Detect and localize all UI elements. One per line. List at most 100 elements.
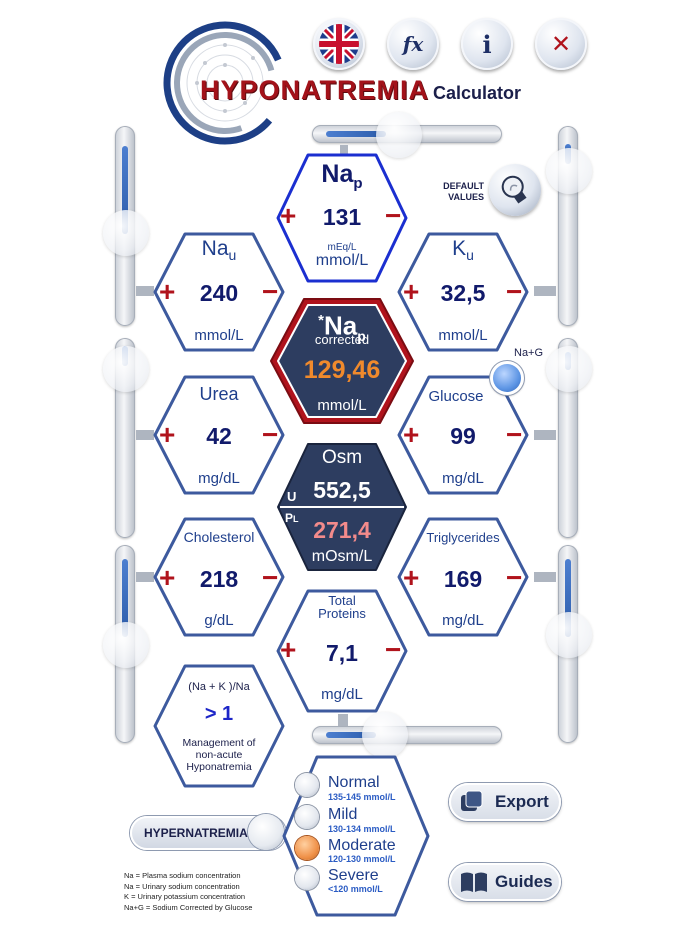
export-icon [461,790,483,811]
cholesterol-cell: Cholesterol 218 g/dL + − [152,516,286,638]
urea-label: Urea [199,384,239,404]
hypernatremia-toggle[interactable] [248,814,284,850]
ratio-value: > 1 [204,703,234,725]
guides-label: Guides [495,872,553,891]
app-title: HYPONATREMIA Calculator [200,75,521,106]
proteins-label-line: Proteins [318,606,366,621]
legend-line: K = Urinary potassium concentration [124,892,246,901]
book-icon [461,872,487,892]
uk-flag-icon [319,24,359,64]
ku-label-sub: u [466,247,474,264]
na-g-toggle-indicator [493,364,521,392]
nau-plus-button[interactable]: + [159,278,175,306]
nau-slider-thumb[interactable] [103,210,149,256]
osm-unit: mOsm/L [311,548,373,565]
default-values-label: DEFAULT VALUES [438,181,484,203]
osm-u-value: 552,5 [313,477,371,503]
info-icon: i [482,29,492,59]
proteins-minus-button[interactable]: − [385,636,401,664]
ratio-note-line: Hyponatremia [186,761,252,773]
default-values-label-line: VALUES [448,192,484,202]
nap-cell: Nap 131 mEq/L mmol/L + − [275,152,409,284]
default-values-button[interactable] [489,164,541,216]
ku-cell: Ku 32,5 mmol/L + − [396,231,530,353]
ratio-cell: (Na + K )/Na > 1 Management of non-acute… [152,663,286,789]
triglycerides-unit: mg/dL [442,612,484,629]
severity-normal-name: Normal [328,774,380,791]
legend: Na = Plasma sodium concentration Na = Ur… [124,871,252,913]
severity-severe-range: <120 mmol/L [328,884,383,894]
nap-label: Nap [275,160,409,192]
close-button[interactable]: ✕ [535,18,587,70]
formula-button[interactable]: fx [387,18,439,70]
ratio-note-line: Management of [182,737,256,749]
proteins-cell: Total Proteins 7,1 mg/dL + − [275,588,409,714]
nau-cell: Nau 240 mmol/L + − [152,231,286,353]
nap-plus-button[interactable]: + [280,202,296,230]
osm-panel: Osm U 552,5 PL 271,4 mOsm/L [275,441,409,573]
osm-label: Osm [321,447,363,468]
export-label: Export [495,792,549,811]
severity-severe-indicator [295,866,319,890]
hypernatremia-label: HYPERNATREMIA [144,826,248,840]
lightbulb-icon [501,175,527,204]
nau-unit: mmol/L [194,327,244,344]
urea-plus-button[interactable]: + [159,421,175,449]
nap-label-text: Na [321,160,354,188]
nap-minus-button[interactable]: − [385,202,401,230]
triglycerides-slider-thumb[interactable] [546,612,592,658]
triglycerides-cell: Triglycerides 169 mg/dL + − [396,516,530,638]
cholesterol-unit: g/dL [204,612,234,629]
nap-unit: mmol/L [315,252,369,269]
severity-mild-range: 130-134 mmol/L [328,824,396,834]
cholesterol-slider-thumb[interactable] [103,622,149,668]
urea-unit: mg/dL [198,470,240,487]
proteins-plus-button[interactable]: + [280,636,296,664]
connector [338,714,348,726]
ku-slider-thumb[interactable] [546,148,592,194]
severity-normal-indicator [295,773,319,797]
triglycerides-label: Triglycerides [426,530,500,545]
export-button[interactable]: Export [449,783,561,821]
triglycerides-minus-button[interactable]: − [506,564,522,592]
nap-label-sub: p [353,175,363,192]
ku-unit: mmol/L [438,327,488,344]
glucose-slider-thumb[interactable] [546,346,592,392]
ku-label: Ku [396,237,530,263]
ku-minus-button[interactable]: − [506,278,522,306]
nau-label: Nau [152,237,286,263]
info-button[interactable]: i [461,18,513,70]
corrected-nap-value: 129,46 [303,356,381,384]
ratio-note: Management of non-acute Hyponatremia [152,737,286,773]
corrected-nap-panel: *Nap corrected 129,46 mmol/L [268,296,416,426]
app-title-sub: Calculator [433,83,522,103]
glucose-unit: mg/dL [442,470,484,487]
fx-icon: fx [402,32,424,56]
severity-moderate-name: Moderate [328,837,396,854]
na-g-toggle[interactable] [490,361,524,395]
severity-moderate-indicator [295,836,319,860]
ratio-note-line: non-acute [195,749,243,761]
close-icon: ✕ [550,30,572,58]
connector [534,572,556,582]
ku-label-text: K [452,237,467,260]
glucose-minus-button[interactable]: − [506,421,522,449]
urea-slider-thumb[interactable] [103,346,149,392]
language-button[interactable] [313,18,365,70]
proteins-unit: mg/dL [321,686,363,703]
osm-pl-value: 271,4 [313,517,371,543]
connector [534,286,556,296]
severity-moderate-range: 120-130 mmol/L [328,854,396,864]
connector [534,430,556,440]
cholesterol-plus-button[interactable]: + [159,564,175,592]
guides-button[interactable]: Guides [449,863,561,901]
severity-normal-range: 135-145 mmol/L [328,792,396,802]
app-title-main: HYPONATREMIA [200,75,430,105]
legend-line: Na = Plasma sodium concentration [124,871,241,880]
nau-label-text: Na [201,237,229,260]
legend-line: Na = Urinary sodium concentration [124,881,240,891]
proteins-label: Total Proteins [275,594,409,620]
corrected-nap-sublabel: corrected [314,332,370,347]
urea-cell: Urea 42 mg/dL + − [152,374,286,496]
proteins-slider-thumb[interactable] [362,712,408,758]
